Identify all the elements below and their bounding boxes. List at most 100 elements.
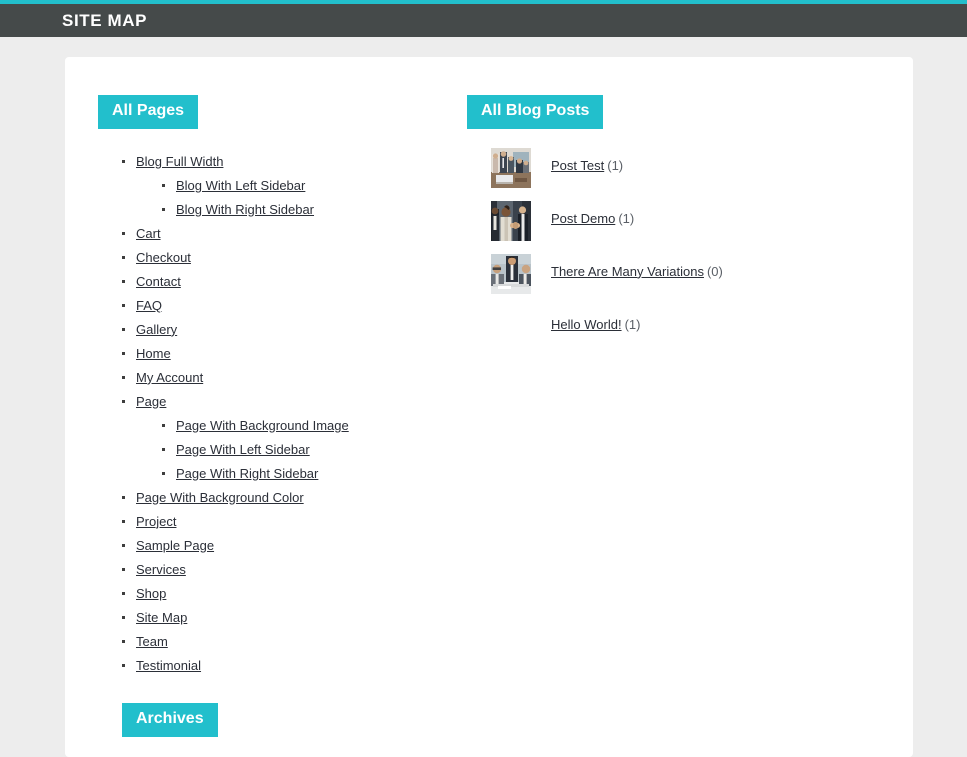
list-item: Post Demo (1): [491, 200, 885, 248]
page-link-project[interactable]: Project: [136, 514, 176, 529]
list-item: Project: [122, 510, 465, 534]
page-link-page-with-right-sidebar[interactable]: Page With Right Sidebar: [176, 466, 318, 481]
tree-row: Page With Background Image: [176, 414, 465, 438]
tree-row: Testimonial: [136, 654, 465, 678]
list-item: Blog With Right Sidebar: [162, 198, 465, 222]
post-thumbnail-business-handshake-photo[interactable]: [491, 200, 531, 241]
list-item: Sample Page: [122, 534, 465, 558]
tree-row: My Account: [136, 366, 465, 390]
page-link-checkout[interactable]: Checkout: [136, 250, 191, 265]
blog-post-link-there-are-many-variations[interactable]: There Are Many Variations: [551, 264, 704, 279]
page-link-my-account[interactable]: My Account: [136, 370, 203, 385]
tree-row: Blog Full Width: [136, 150, 465, 174]
tree-row: Gallery: [136, 318, 465, 342]
all-pages-sublist: Blog With Left Sidebar Blog With Right S…: [136, 174, 465, 222]
list-item: Blog Full Width Blog With Left Sidebar B…: [122, 150, 465, 222]
all-pages-list: Blog Full Width Blog With Left Sidebar B…: [98, 150, 465, 678]
list-item: Team: [122, 630, 465, 654]
page-link-page[interactable]: Page: [136, 394, 166, 409]
tree-row: Contact: [136, 270, 465, 294]
tree-row: Blog With Right Sidebar: [176, 198, 465, 222]
page-link-blog-with-right-sidebar[interactable]: Blog With Right Sidebar: [176, 202, 314, 217]
all-blog-posts-column: All Blog Posts Post Test (1) Post Demo (…: [465, 57, 885, 360]
blog-post-count: (1): [618, 210, 635, 226]
page-link-site-map[interactable]: Site Map: [136, 610, 187, 625]
list-item: Page Page With Background Image Page Wit…: [122, 390, 465, 486]
tree-row: Checkout: [136, 246, 465, 270]
tree-row: Sample Page: [136, 534, 465, 558]
post-text: Hello World! (1): [551, 307, 640, 333]
post-thumbnail-business-team-photo[interactable]: [491, 253, 531, 294]
list-item: My Account: [122, 366, 465, 390]
list-item: Checkout: [122, 246, 465, 270]
page-link-page-with-background-image[interactable]: Page With Background Image: [176, 418, 349, 433]
page-link-home[interactable]: Home: [136, 346, 171, 361]
all-pages-sublist: Page With Background Image Page With Lef…: [136, 414, 465, 486]
page-link-blog-full-width[interactable]: Blog Full Width: [136, 154, 223, 169]
page-link-faq[interactable]: FAQ: [136, 298, 162, 313]
list-item: Cart: [122, 222, 465, 246]
all-blog-posts-badge: All Blog Posts: [467, 95, 604, 129]
page-link-team[interactable]: Team: [136, 634, 168, 649]
page-link-blog-with-left-sidebar[interactable]: Blog With Left Sidebar: [176, 178, 305, 193]
page-link-services[interactable]: Services: [136, 562, 186, 577]
tree-row: Page With Right Sidebar: [176, 462, 465, 486]
page-link-gallery[interactable]: Gallery: [136, 322, 177, 337]
blog-post-link-post-test[interactable]: Post Test: [551, 158, 604, 173]
list-item: FAQ: [122, 294, 465, 318]
blog-post-list: Post Test (1) Post Demo (1) There Are Ma…: [467, 147, 885, 354]
blog-post-count: (1): [624, 316, 641, 332]
page-link-page-with-left-sidebar[interactable]: Page With Left Sidebar: [176, 442, 310, 457]
blog-post-count: (0): [706, 263, 723, 279]
tree-row: Services: [136, 558, 465, 582]
list-item: Gallery: [122, 318, 465, 342]
page-link-cart[interactable]: Cart: [136, 226, 161, 241]
list-item: Home: [122, 342, 465, 366]
tree-row: Page With Left Sidebar: [176, 438, 465, 462]
post-text: Post Test (1): [551, 148, 623, 174]
archives-badge: Archives: [122, 702, 218, 737]
blog-post-link-hello-world[interactable]: Hello World!: [551, 317, 622, 332]
page-link-testimonial[interactable]: Testimonial: [136, 658, 201, 673]
list-item: There Are Many Variations (0): [491, 253, 885, 301]
sitemap-columns: All Pages Blog Full Width Blog With Left…: [65, 57, 913, 757]
archives-section: Archives: [98, 702, 465, 757]
all-pages-column: All Pages Blog Full Width Blog With Left…: [65, 57, 465, 757]
post-thumbnail-placeholder: [491, 307, 531, 347]
content-card: All Pages Blog Full Width Blog With Left…: [65, 57, 913, 757]
page-header: Site Map: [0, 4, 967, 37]
page-link-page-with-background-color[interactable]: Page With Background Color: [136, 490, 304, 505]
tree-row: Shop: [136, 582, 465, 606]
tree-row: Home: [136, 342, 465, 366]
page-link-sample-page[interactable]: Sample Page: [136, 538, 214, 553]
post-text: Post Demo (1): [551, 201, 634, 227]
page-link-shop[interactable]: Shop: [136, 586, 166, 601]
list-item: Services: [122, 558, 465, 582]
tree-row: Site Map: [136, 606, 465, 630]
page-title: Site Map: [62, 10, 148, 30]
blog-post-count: (1): [607, 157, 624, 173]
tree-row: Page: [136, 390, 465, 414]
list-item: Page With Background Image: [162, 414, 465, 438]
tree-row: Page With Background Color: [136, 486, 465, 510]
page-link-contact[interactable]: Contact: [136, 274, 181, 289]
list-item: Hello World! (1): [491, 307, 885, 354]
list-item: Page With Left Sidebar: [162, 438, 465, 462]
tree-row: Team: [136, 630, 465, 654]
tree-row: Cart: [136, 222, 465, 246]
tree-row: Project: [136, 510, 465, 534]
post-thumbnail-business-meeting-photo[interactable]: [491, 147, 531, 188]
blog-post-link-post-demo[interactable]: Post Demo: [551, 211, 615, 226]
tree-row: Blog With Left Sidebar: [176, 174, 465, 198]
list-item: Blog With Left Sidebar: [162, 174, 465, 198]
list-item: Page With Background Color: [122, 486, 465, 510]
list-item: Site Map: [122, 606, 465, 630]
all-pages-badge: All Pages: [98, 95, 199, 129]
list-item: Shop: [122, 582, 465, 606]
tree-row: FAQ: [136, 294, 465, 318]
list-item: Post Test (1): [491, 147, 885, 195]
list-item: Testimonial: [122, 654, 465, 678]
list-item: Contact: [122, 270, 465, 294]
list-item: Page With Right Sidebar: [162, 462, 465, 486]
post-text: There Are Many Variations (0): [551, 254, 723, 280]
